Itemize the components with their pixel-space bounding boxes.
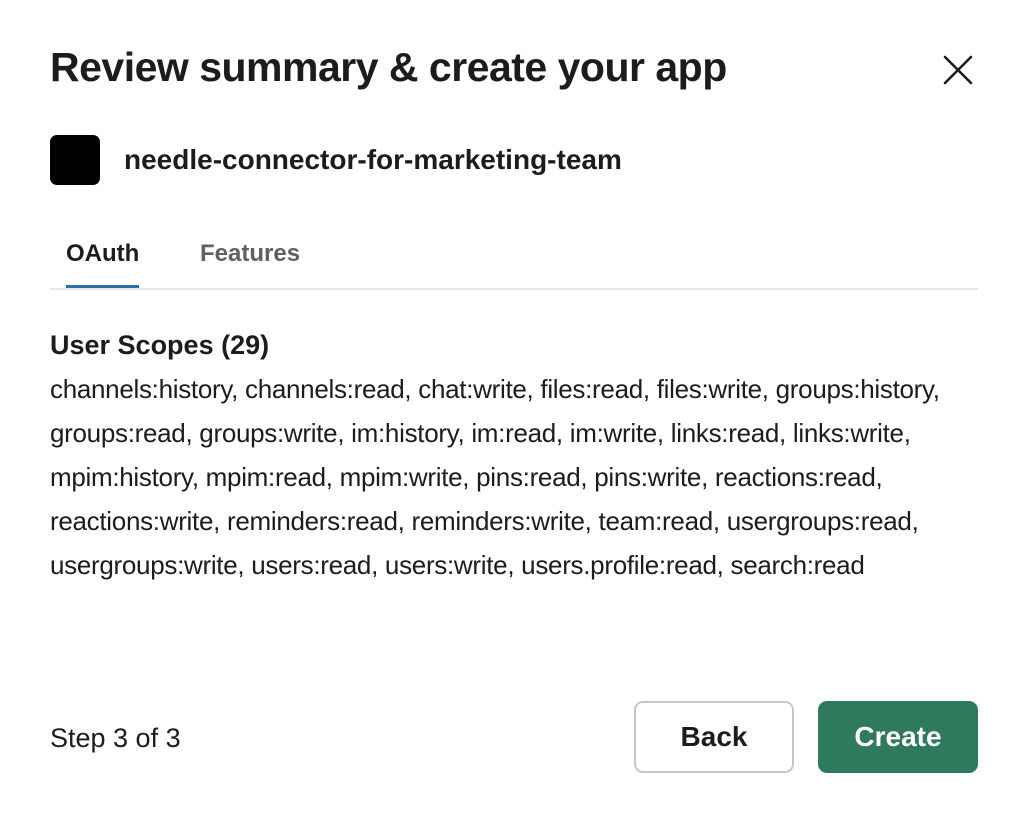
dialog-title: Review summary & create your app [50, 44, 727, 90]
create-button[interactable]: Create [818, 701, 978, 773]
step-indicator: Step 3 of 3 [50, 723, 181, 753]
close-button[interactable] [932, 48, 984, 96]
user-scopes-heading: User Scopes (29) [50, 330, 270, 360]
app-icon [50, 135, 100, 185]
back-button[interactable]: Back [634, 701, 794, 773]
app-summary-row: needle-connector-for-marketing-team [50, 135, 622, 185]
create-app-dialog: Review summary & create your app needle-… [0, 0, 1028, 816]
close-icon [942, 54, 974, 91]
tab-features[interactable]: Features [200, 226, 300, 288]
app-name: needle-connector-for-marketing-team [124, 144, 622, 175]
tab-bar: OAuth Features [50, 226, 978, 290]
user-scopes-list: channels:history, channels:read, chat:wr… [50, 374, 940, 580]
tab-oauth[interactable]: OAuth [66, 226, 140, 288]
